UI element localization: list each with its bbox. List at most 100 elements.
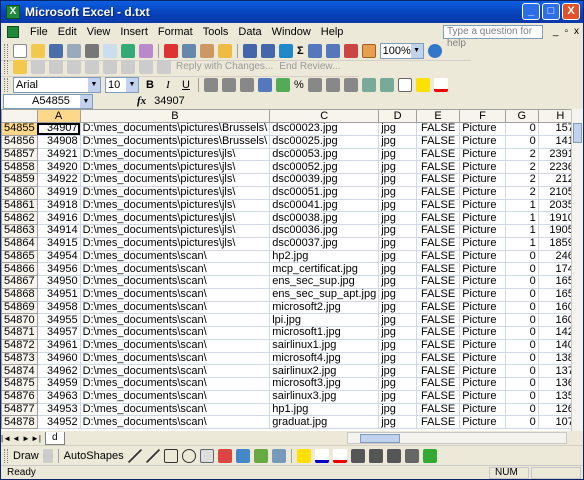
cell-b[interactable]: D:\mes_documents\scan\ <box>79 364 271 378</box>
arrow-icon[interactable] <box>145 448 160 463</box>
column-header-c[interactable]: C <box>269 109 380 123</box>
align-left-icon[interactable] <box>204 77 218 92</box>
cell-d[interactable]: jpg <box>378 351 417 366</box>
review-icon[interactable] <box>31 59 45 74</box>
cell-e[interactable]: FALSE <box>415 364 461 378</box>
cell-e[interactable]: FALSE <box>415 351 461 366</box>
cell-g[interactable]: 0 <box>504 326 539 340</box>
cell-e[interactable]: FALSE <box>415 415 461 429</box>
cell-g[interactable]: 0 <box>504 364 539 378</box>
cell-b[interactable]: D:\mes_documents\scan\ <box>79 351 271 366</box>
chart-wizard-icon[interactable] <box>343 43 358 58</box>
cell-d[interactable]: jpg <box>378 364 417 378</box>
cell-e[interactable]: FALSE <box>415 275 461 289</box>
doc-close-button[interactable]: x <box>574 26 579 37</box>
doc-minimize-button[interactable]: _ <box>553 26 559 37</box>
row-header[interactable]: 54863 <box>1 224 38 238</box>
align-center-icon[interactable] <box>222 77 236 92</box>
cell-b[interactable]: D:\mes_documents\pictures\jls\ <box>79 198 271 213</box>
cell-e[interactable]: FALSE <box>415 185 461 200</box>
save-icon[interactable] <box>49 43 63 58</box>
line-color-icon[interactable] <box>314 448 329 463</box>
toolbar-grip[interactable] <box>4 43 8 58</box>
review-icon[interactable] <box>121 59 135 74</box>
cut-icon[interactable] <box>164 43 178 58</box>
cell-c[interactable]: graduat.jpg <box>269 415 380 429</box>
cell-c[interactable]: dsc00051.jpg <box>269 185 380 200</box>
cell-d[interactable]: jpg <box>378 415 417 429</box>
formula-input[interactable]: 34907 <box>154 94 583 109</box>
cell-f[interactable]: Picture <box>459 262 506 276</box>
help-search-input[interactable]: Type a question for help <box>443 25 543 49</box>
menu-edit[interactable]: Edit <box>53 23 82 41</box>
cell-g[interactable]: 0 <box>504 134 539 149</box>
next-sheet-button[interactable]: ► <box>21 434 31 443</box>
column-header-a[interactable]: A <box>36 109 81 123</box>
document-icon[interactable] <box>7 26 19 38</box>
cell-d[interactable]: jpg <box>378 134 417 149</box>
toolbar-grip[interactable] <box>4 77 8 92</box>
percent-button[interactable]: % <box>294 79 304 91</box>
cell-a[interactable]: 34921 <box>36 147 81 162</box>
cell-a[interactable]: 34952 <box>36 415 81 429</box>
cell-a[interactable]: 34961 <box>36 338 81 353</box>
cell-f[interactable]: Picture <box>459 236 506 251</box>
row-header[interactable]: 54874 <box>1 364 38 378</box>
row-header[interactable]: 54864 <box>1 236 38 251</box>
increase-decimal-icon[interactable] <box>325 77 340 92</box>
cell-b[interactable]: D:\mes_documents\pictures\jls\ <box>79 211 271 225</box>
chevron-down-icon[interactable]: ▼ <box>88 77 100 92</box>
review-icon[interactable] <box>157 59 171 74</box>
permission-icon[interactable] <box>67 43 81 58</box>
name-box[interactable]: A54855 ▼ <box>3 93 93 109</box>
paste-icon[interactable] <box>200 43 214 58</box>
cell-c[interactable]: dsc00039.jpg <box>269 173 380 187</box>
cell-c[interactable]: microsoft1.jpg <box>269 326 380 340</box>
cell-g[interactable]: 1 <box>504 211 539 225</box>
cell-f[interactable]: Picture <box>459 338 506 353</box>
cell-d[interactable]: jpg <box>378 287 417 302</box>
cell-e[interactable]: FALSE <box>415 198 461 213</box>
cell-e[interactable]: FALSE <box>415 300 461 315</box>
column-header-f[interactable]: F <box>459 109 506 123</box>
cell-g[interactable]: 2 <box>504 147 539 162</box>
cell-a[interactable]: 34908 <box>36 134 81 149</box>
cell-e[interactable]: FALSE <box>415 236 461 251</box>
fill-color-icon[interactable] <box>415 77 430 92</box>
cell-c[interactable]: dsc00037.jpg <box>269 236 380 251</box>
cell-g[interactable]: 1 <box>504 224 539 238</box>
cell-f[interactable]: Picture <box>459 224 506 238</box>
cell-f[interactable]: Picture <box>459 147 506 162</box>
research-icon[interactable] <box>139 43 153 58</box>
cell-c[interactable]: dsc00038.jpg <box>269 211 380 225</box>
review-icon[interactable] <box>139 59 153 74</box>
cell-g[interactable]: 0 <box>504 287 539 302</box>
cell-f[interactable]: Picture <box>459 122 506 136</box>
minimize-button[interactable]: _ <box>522 3 540 20</box>
cell-a[interactable]: 34955 <box>36 313 81 327</box>
cell-a[interactable]: 34956 <box>36 262 81 276</box>
cell-b[interactable]: D:\mes_documents\scan\ <box>79 249 271 264</box>
cell-a[interactable]: 34953 <box>36 402 81 417</box>
arrow-style-icon[interactable] <box>386 448 401 463</box>
menu-view[interactable]: View <box>82 23 116 41</box>
chevron-down-icon[interactable]: ▼ <box>80 94 92 108</box>
first-sheet-button[interactable]: |◄ <box>1 434 11 443</box>
cell-e[interactable]: FALSE <box>415 262 461 276</box>
autoshapes-menu-button[interactable]: AutoShapes <box>64 450 124 462</box>
cell-a[interactable]: 34907 <box>36 122 81 136</box>
cell-d[interactable]: jpg <box>378 338 417 353</box>
cell-d[interactable]: jpg <box>378 377 417 391</box>
currency-icon[interactable] <box>276 77 290 92</box>
close-button[interactable]: X <box>562 3 580 20</box>
text-box-icon[interactable] <box>199 448 214 463</box>
copy-icon[interactable] <box>182 43 196 58</box>
rectangle-icon[interactable] <box>163 448 178 463</box>
toolbar-grip[interactable] <box>4 59 8 74</box>
decrease-decimal-icon[interactable] <box>343 77 358 92</box>
cell-d[interactable]: jpg <box>378 211 417 225</box>
cell-e[interactable]: FALSE <box>415 377 461 391</box>
chevron-down-icon[interactable]: ▼ <box>126 77 138 92</box>
row-header[interactable]: 54870 <box>1 313 38 327</box>
cell-d[interactable]: jpg <box>378 236 417 251</box>
